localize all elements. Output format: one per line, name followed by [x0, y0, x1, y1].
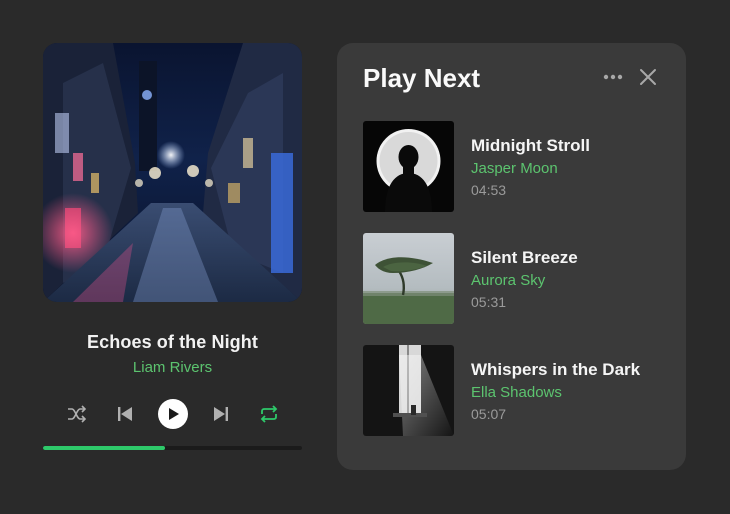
shuffle-icon [67, 405, 86, 423]
skip-next-icon [213, 407, 228, 421]
queue-item[interactable]: Midnight Stroll Jasper Moon 04:53 [363, 121, 663, 213]
queue-item-duration: 05:07 [471, 406, 507, 422]
repeat-icon [260, 405, 277, 423]
now-playing-card: Echoes of the Night Liam Rivers [43, 43, 302, 450]
now-playing-title: Echoes of the Night [87, 332, 258, 352]
queue-item-artist: Jasper Moon [471, 160, 558, 177]
play-icon [168, 408, 179, 420]
next-button[interactable] [205, 398, 237, 430]
progress-bar[interactable] [43, 446, 302, 450]
play-next-panel: Play Next Midnight Stroll Jasper Moon 04… [337, 43, 686, 470]
skip-previous-icon [117, 407, 132, 421]
album-cover[interactable] [43, 43, 302, 302]
panel-title: Play Next [363, 63, 481, 93]
repeat-button[interactable] [253, 398, 285, 430]
light-window-artwork [363, 345, 454, 436]
queue-item-artist: Ella Shadows [471, 384, 562, 401]
now-playing-artist[interactable]: Liam Rivers [43, 359, 302, 376]
progress-fill [43, 446, 165, 450]
windswept-tree-artwork [363, 233, 454, 324]
play-button[interactable] [157, 398, 189, 430]
queue-item-thumbnail [363, 121, 454, 212]
queue-item-title: Silent Breeze [471, 248, 578, 267]
queue-item-title: Whispers in the Dark [471, 360, 641, 379]
queue-item-artist: Aurora Sky [471, 272, 546, 289]
queue-item-thumbnail [363, 345, 454, 436]
queue-item-thumbnail [363, 233, 454, 324]
queue-item[interactable]: Silent Breeze Aurora Sky 05:31 [363, 233, 663, 325]
more-horizontal-icon[interactable] [602, 70, 624, 84]
night-street-artwork [43, 43, 302, 302]
shuffle-button[interactable] [61, 398, 93, 430]
previous-button[interactable] [109, 398, 141, 430]
queue-item[interactable]: Whispers in the Dark Ella Shadows 05:07 [363, 345, 663, 437]
play-button-circle [157, 399, 188, 429]
close-icon[interactable] [639, 68, 657, 86]
queue-item-title: Midnight Stroll [471, 136, 590, 155]
queue-item-duration: 04:53 [471, 182, 507, 198]
queue-item-duration: 05:31 [471, 294, 507, 310]
silhouette-moon-artwork [363, 121, 454, 212]
playback-controls [43, 398, 302, 430]
